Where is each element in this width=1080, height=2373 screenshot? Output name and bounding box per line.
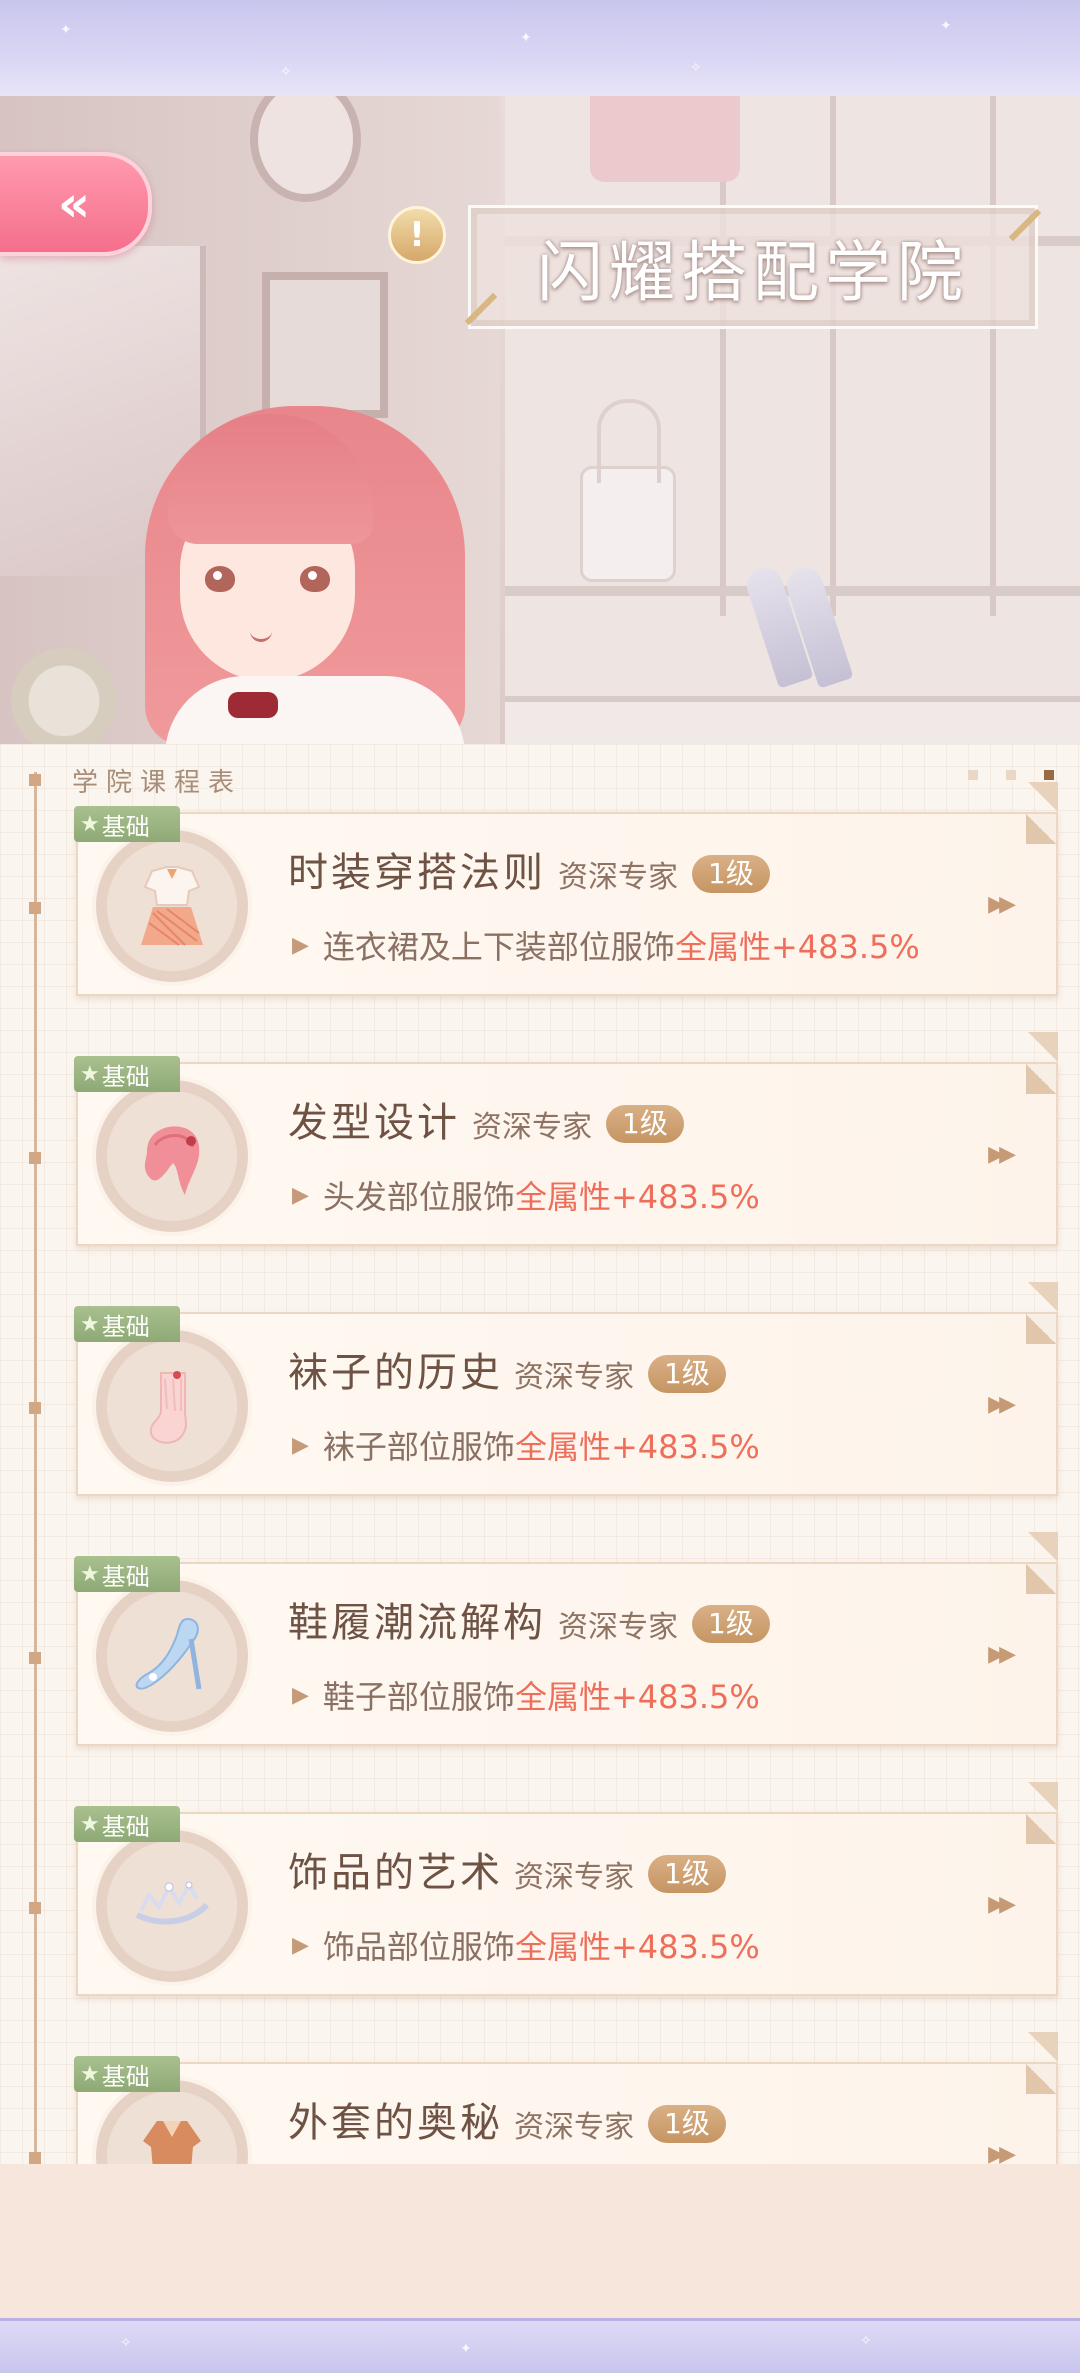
fast-forward-icon[interactable]: ▶▶ [988, 892, 1016, 917]
course-expert: 资深专家 [558, 860, 678, 895]
level-badge: 1级 [692, 1605, 770, 1643]
course-card-shoes[interactable]: ★ 基础 鞋履潮流解构 资深专家 1级 ▶ 鞋子部位服饰 全属性+483.5% ▶▶ [74, 1556, 1058, 1746]
course-tag: ★ 基础 [74, 1056, 180, 1092]
course-effect: ▶ 头发部位服饰 全属性+483.5% [292, 1178, 760, 1216]
course-tag: ★ 基础 [74, 2056, 180, 2092]
schedule-label: 学院课程表 [72, 768, 243, 798]
page-dot [968, 770, 978, 780]
course-tag: ★ 基础 [74, 806, 180, 842]
top-decor-bar: ✦ ✧ ✦ ✧ ✦ [0, 0, 1080, 99]
page-indicator [968, 770, 1054, 780]
course-effect: ▶ 鞋子部位服饰 全属性+483.5% [292, 1678, 760, 1716]
course-tag: ★ 基础 [74, 1306, 180, 1342]
handbag-decor [590, 96, 740, 182]
course-expert: 资深专家 [472, 1110, 592, 1145]
course-card-hair[interactable]: ★ 基础 发型设计 资深专家 1级 ▶ 头发部位服饰 全属性+483.5% ▶▶ [74, 1056, 1058, 1246]
back-button[interactable]: « [0, 152, 152, 256]
exclamation-info-icon[interactable]: ! [388, 206, 446, 264]
bottom-decor-bar: ✧ ✦ ✧ [0, 2318, 1080, 2373]
triangle-bullet-icon: ▶ [292, 1932, 309, 1958]
course-expert: 资深专家 [514, 1860, 634, 1895]
page-dot [1006, 770, 1016, 780]
course-schedule[interactable]: 学院课程表 ★ 基础 时装穿搭法则 资深专家 1级 ▶ 连衣裙及上下装部位服饰 全属… [0, 744, 1080, 2246]
academy-scene [0, 96, 1080, 744]
course-expert: 资深专家 [514, 1360, 634, 1395]
course-effect: ▶ 连衣裙及上下装部位服饰 全属性+483.5% [292, 928, 920, 966]
fast-forward-icon[interactable]: ▶▶ [988, 1892, 1016, 1917]
level-badge: 1级 [692, 855, 770, 893]
fast-forward-icon[interactable]: ▶▶ [988, 1142, 1016, 1167]
tiara-icon [92, 1826, 252, 1986]
course-title: 发型设计 [288, 1100, 460, 1146]
sock-icon [92, 1326, 252, 1486]
course-title: 饰品的艺术 [288, 1850, 503, 1896]
course-tag: ★ 基础 [74, 1556, 180, 1592]
course-tag: ★ 基础 [74, 1806, 180, 1842]
course-expert: 资深专家 [514, 2110, 634, 2145]
page-dot-active [1044, 770, 1054, 780]
course-title: 时装穿搭法则 [288, 850, 546, 896]
triangle-bullet-icon: ▶ [292, 1182, 309, 1208]
footer-area [0, 2164, 1080, 2321]
course-effect: ▶ 饰品部位服饰 全属性+483.5% [292, 1928, 760, 1966]
level-badge: 1级 [648, 1855, 726, 1893]
course-card-accessories[interactable]: ★ 基础 饰品的艺术 资深专家 1级 ▶ 饰品部位服饰 全属性+483.5% ▶▶ [74, 1806, 1058, 1996]
triangle-bullet-icon: ▶ [292, 1432, 309, 1458]
course-expert: 资深专家 [558, 1610, 678, 1645]
fast-forward-icon[interactable]: ▶▶ [988, 1642, 1016, 1667]
page-title: 闪耀搭配学院 [537, 234, 969, 311]
course-title: 袜子的历史 [288, 1350, 503, 1396]
level-badge: 1级 [648, 1355, 726, 1393]
shoulder-bag-decor [580, 399, 676, 582]
course-card-outfit[interactable]: ★ 基础 时装穿搭法则 资深专家 1级 ▶ 连衣裙及上下装部位服饰 全属性+483.… [74, 806, 1058, 996]
fast-forward-icon[interactable]: ▶▶ [988, 1392, 1016, 1417]
academy-title-plate: 闪耀搭配学院 [468, 205, 1038, 329]
timeline-line [34, 772, 37, 2164]
course-effect: ▶ 袜子部位服饰 全属性+483.5% [292, 1428, 760, 1466]
level-badge: 1级 [648, 2105, 726, 2143]
triangle-bullet-icon: ▶ [292, 932, 309, 958]
course-title: 外套的奥秘 [288, 2100, 503, 2146]
hair-icon [92, 1076, 252, 1236]
double-chevron-left-icon: « [57, 175, 91, 233]
shoe-icon [92, 1576, 252, 1736]
course-title: 鞋履潮流解构 [288, 1600, 546, 1646]
triangle-bullet-icon: ▶ [292, 1682, 309, 1708]
outfit-icon [92, 826, 252, 986]
level-badge: 1级 [606, 1105, 684, 1143]
course-card-socks[interactable]: ★ 基础 袜子的历史 资深专家 1级 ▶ 袜子部位服饰 全属性+483.5% ▶▶ [74, 1306, 1058, 1496]
